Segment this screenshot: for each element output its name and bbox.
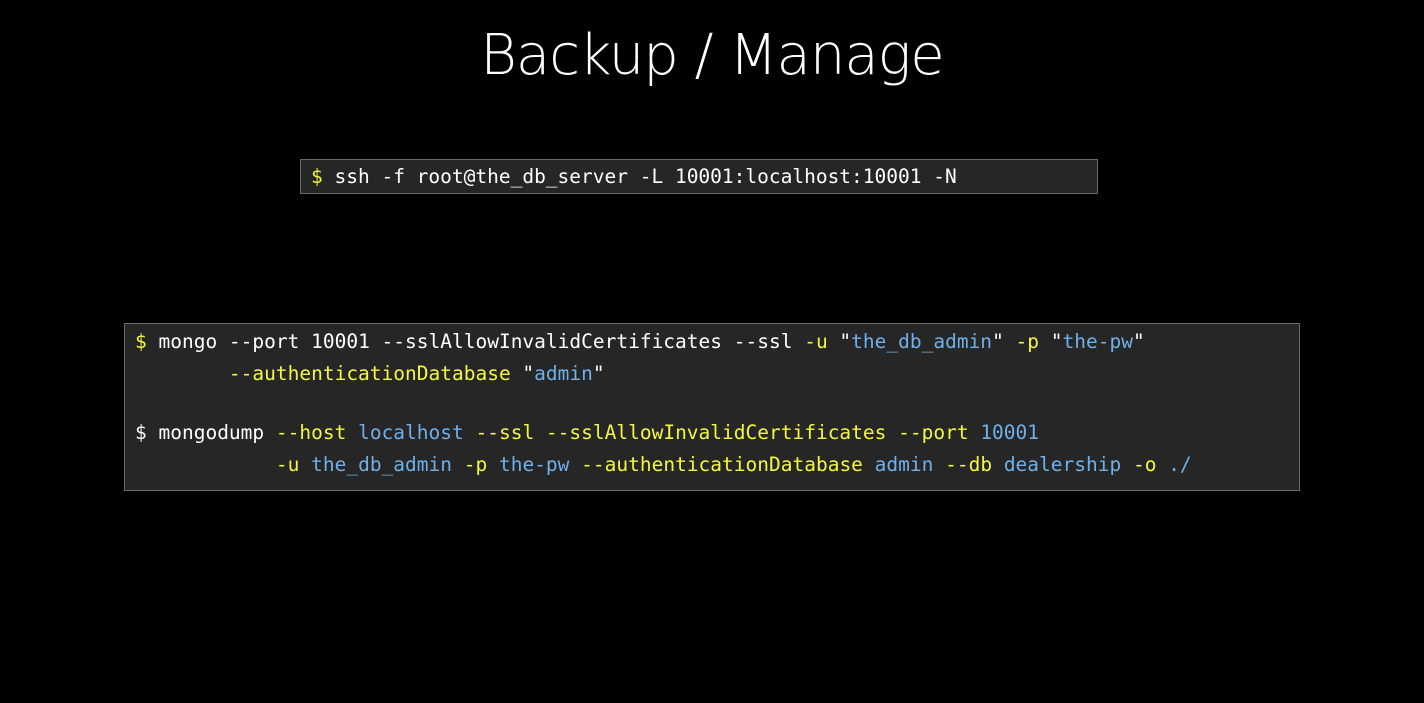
mongo-auth-db-value: admin — [534, 362, 593, 385]
ssh-tunnel-code-block: $ ssh -f root@the_db_server -L 10001:loc… — [300, 159, 1098, 194]
ssh-command-text: ssh -f root@the_db_server -L 10001:local… — [322, 165, 957, 188]
mongo-user-flag: -u — [804, 330, 828, 353]
quote: " — [992, 330, 1016, 353]
shell-prompt: $ — [135, 421, 147, 444]
mongodump-command-line-2: -u the_db_admin -p the-pw --authenticati… — [135, 449, 1299, 481]
mongodump-db-flag: --db — [933, 453, 993, 476]
shell-prompt: $ — [135, 330, 147, 353]
mongodump-port-value: 10001 — [968, 421, 1040, 444]
mongodump-command-line-1: $ mongodump --host localhost --ssl --ssl… — [135, 417, 1299, 449]
quote: " — [592, 362, 605, 385]
mongo-password-flag: -p — [1015, 330, 1040, 353]
mongodump-user-flag: -u — [275, 453, 300, 476]
mongodump-password-flag: -p — [452, 453, 488, 476]
quote: " — [510, 362, 535, 385]
quote: " — [1132, 330, 1145, 353]
mongodump-command-text: mongodump — [146, 421, 276, 444]
shell-prompt: $ — [311, 165, 323, 188]
mongodump-ssl-flags: --ssl --sslAllowInvalidCertificates --po… — [463, 421, 969, 444]
quote: " — [1039, 330, 1063, 353]
slide-title: Backup / Manage — [480, 23, 945, 88]
ssh-command-line: $ ssh -f root@the_db_server -L 10001:loc… — [311, 165, 1097, 189]
mongodump-output-flag: -o — [1121, 453, 1157, 476]
mongodump-db-value: dealership — [992, 453, 1122, 476]
mongo-command-text: mongo --port 10001 --sslAllowInvalidCert… — [146, 330, 805, 353]
mongo-command-line-1: $ mongo --port 10001 --sslAllowInvalidCe… — [135, 326, 1299, 358]
mongo-auth-db-flag: --authenticationDatabase — [228, 362, 511, 385]
mongo-password-value: the-pw — [1062, 330, 1133, 353]
mongo-commands-code-block: $ mongo --port 10001 --sslAllowInvalidCe… — [124, 323, 1300, 491]
mongodump-host-flag: --host — [275, 421, 347, 444]
mongodump-auth-db-flag: --authenticationDatabase — [569, 453, 863, 476]
mongodump-password-value: the-pw — [487, 453, 570, 476]
mongo-user-value: the_db_admin — [851, 330, 993, 353]
mongodump-user-value: the_db_admin — [299, 453, 452, 476]
mongodump-output-value: ./ — [1156, 453, 1192, 476]
mongodump-auth-db-value: admin — [862, 453, 934, 476]
mongodump-host-value: localhost — [346, 421, 464, 444]
quote: " — [827, 330, 852, 353]
mongo-command-line-2: --authenticationDatabase "admin" — [135, 358, 1299, 390]
